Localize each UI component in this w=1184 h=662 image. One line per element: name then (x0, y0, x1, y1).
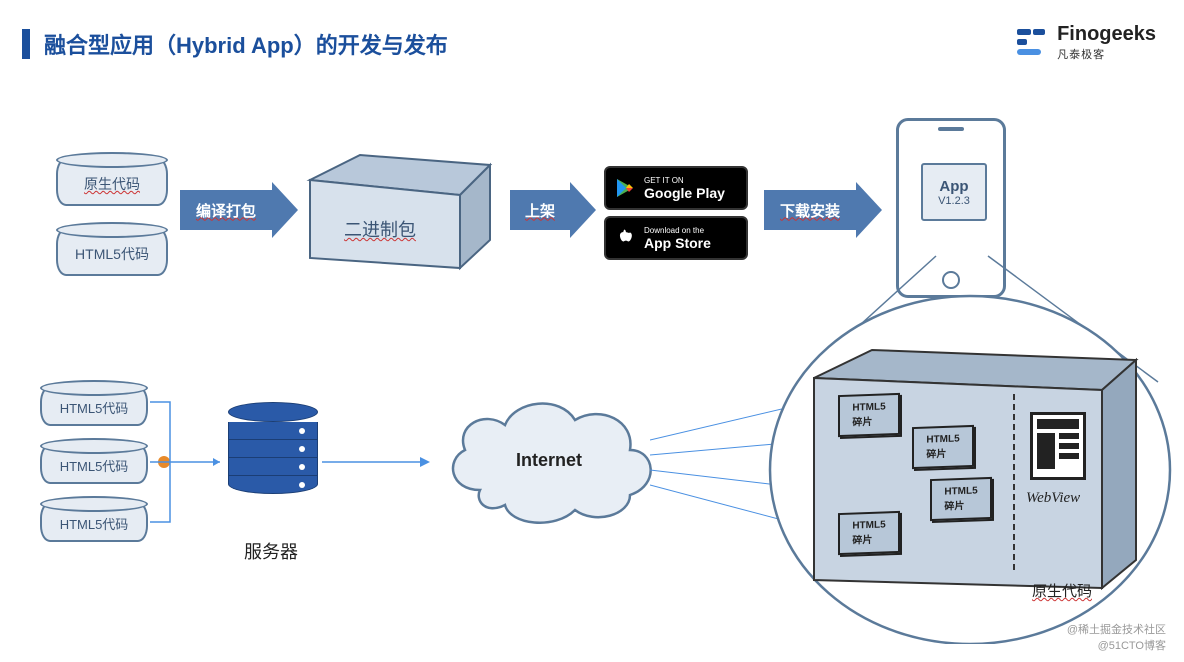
arrow-to-cloud (322, 452, 432, 472)
fragment-1-label: HTML5碎片 (852, 401, 885, 428)
database-server (228, 402, 318, 494)
arrow-publish: 上架 (510, 190, 570, 230)
app-version: V1.2.3 (938, 195, 970, 207)
badge-google-play: GET IT ONGoogle Play (604, 166, 748, 210)
cylinder-html5-code: HTML5代码 (56, 228, 168, 276)
play-icon (614, 177, 636, 199)
title-text: 融合型应用（Hybrid App）的开发与发布 (44, 28, 448, 60)
play-line1: GET IT ON (644, 176, 725, 185)
logo-text-block: Finogeeks 凡泰极客 (1057, 24, 1156, 62)
brand-logo: Finogeeks 凡泰极客 (1013, 24, 1156, 62)
apple-icon (614, 227, 636, 249)
label-html5-code: HTML5代码 (58, 244, 166, 264)
fragment-4-label: HTML5碎片 (852, 519, 885, 546)
fragment-2-label: HTML5碎片 (926, 433, 959, 460)
play-line2: Google Play (644, 185, 725, 201)
watermark-line2: @51CTO博客 (1067, 639, 1166, 654)
fragment-3-label: HTML5碎片 (944, 485, 977, 512)
fragment-1: HTML5碎片 (838, 393, 900, 437)
cylinder-html5-1: HTML5代码 (40, 386, 148, 426)
logo-icon (1013, 25, 1049, 61)
arrow-compile-label: 编译打包 (196, 200, 256, 221)
arrow-download-label: 下载安装 (780, 200, 840, 221)
label-html5-1: HTML5代码 (42, 398, 146, 417)
fragment-4: HTML5碎片 (838, 511, 900, 555)
watermark-line1: @稀土掘金技术社区 (1067, 623, 1166, 638)
app-tile: App V1.2.3 (921, 163, 987, 221)
label-binary-package: 二进制包 (344, 216, 416, 242)
webview-icon (1030, 412, 1086, 480)
fragment-3: HTML5碎片 (930, 477, 992, 521)
brand-name: Finogeeks (1057, 24, 1156, 44)
label-html5-2: HTML5代码 (42, 456, 146, 475)
label-webview: WebView (1026, 490, 1080, 507)
fragment-2: HTML5碎片 (912, 425, 974, 469)
connector-lines-left (145, 380, 235, 560)
diagram-canvas: 融合型应用（Hybrid App）的开发与发布 Finogeeks 凡泰极客 原… (0, 0, 1184, 662)
watermark: @稀土掘金技术社区 @51CTO博客 (1067, 623, 1166, 654)
box-binary-package: 二进制包 (300, 140, 500, 285)
cylinder-html5-3: HTML5代码 (40, 502, 148, 542)
arrow-download: 下载安装 (764, 190, 856, 230)
label-html5-3: HTML5代码 (42, 514, 146, 533)
slide-title: 融合型应用（Hybrid App）的开发与发布 (22, 28, 448, 60)
brand-sub: 凡泰极客 (1057, 46, 1156, 62)
title-accent (22, 29, 30, 59)
appstore-line1: Download on the (644, 226, 711, 235)
arrow-publish-label: 上架 (525, 200, 555, 221)
label-internet: Internet (516, 450, 582, 471)
label-native-code: 原生代码 (58, 174, 166, 194)
appstore-line2: App Store (644, 235, 711, 251)
arrow-compile: 编译打包 (180, 190, 272, 230)
cylinder-native-code: 原生代码 (56, 158, 168, 206)
app-name: App (939, 178, 968, 195)
cloud-internet: Internet (430, 380, 670, 545)
label-native-inside: 原生代码 (1032, 580, 1092, 601)
badge-app-store: Download on theApp Store (604, 216, 748, 260)
cylinder-html5-2: HTML5代码 (40, 444, 148, 484)
box-native-container: 原生代码 (806, 338, 1144, 613)
label-server: 服务器 (244, 538, 298, 564)
